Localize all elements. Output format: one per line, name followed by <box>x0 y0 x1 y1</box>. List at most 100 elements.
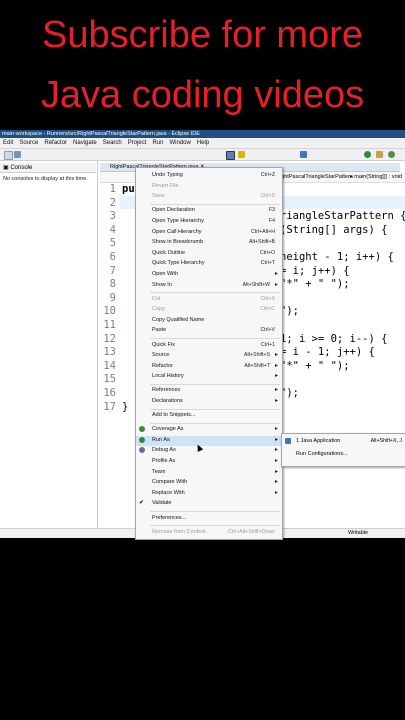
banner-line-2: Java coding videos <box>40 74 365 116</box>
banner-line-1: Subscribe for more <box>41 14 363 56</box>
menu-item-preferences[interactable]: Preferences... <box>136 514 282 524</box>
submenu-item-label: Run Configurations... <box>296 451 348 457</box>
menu-item-team[interactable]: Team ▸ <box>136 468 282 478</box>
code-line: height - 1; i++) { <box>280 251 394 263</box>
submenu-arrow-icon: ▸ <box>274 447 278 454</box>
menu-item-label: Open Type Hierarchy <box>152 217 204 224</box>
code-line: (String[] args) { <box>280 223 388 236</box>
menu-window[interactable]: Window <box>166 138 193 148</box>
menu-item-references[interactable]: References ▸ <box>136 386 282 396</box>
menu-item-shortcut: F3 <box>268 207 275 214</box>
submenu-arrow-icon: ▸ <box>274 458 278 464</box>
menu-item-open-declaration[interactable]: Open Declaration F3 <box>136 206 282 216</box>
run-button-icon[interactable] <box>364 151 371 158</box>
new-icon[interactable] <box>4 151 13 160</box>
menu-run[interactable]: Run <box>149 138 166 148</box>
line-number: 14 <box>103 359 116 372</box>
debug-icon[interactable] <box>226 151 235 160</box>
line-number: 6 <box>109 251 116 263</box>
submenu-item-java-application[interactable]: 1 Java Application Alt+Shift+X, J <box>282 437 405 447</box>
breadcrumb-method[interactable]: ▸ main(String[]) : void <box>350 172 402 182</box>
console-message: No consoles to display at this time. <box>3 176 88 182</box>
line-number: 13 <box>103 346 116 359</box>
window-title: main-workspace - Runners/src/RightPascal… <box>0 130 405 138</box>
menu-item-quick-outline[interactable]: Quick Outline Ctrl+O <box>136 249 282 259</box>
line-number: 3 <box>109 210 116 223</box>
menu-help[interactable]: Help <box>194 138 212 148</box>
run-icon[interactable] <box>238 151 245 158</box>
menu-item-label: Local History <box>152 373 184 380</box>
menu-item-open-with[interactable]: Open With ▸ <box>136 270 282 280</box>
search-icon[interactable] <box>300 151 307 158</box>
menu-item-show-in-breadcrumb[interactable]: Show in Breadcrumb Alt+Shift+B <box>136 238 282 248</box>
menu-item-shortcut: Ctrl+Alt+H <box>251 228 275 235</box>
menu-item-label: Open With <box>152 270 178 277</box>
menu-item-add-to-snippets[interactable]: Add to Snippets... <box>136 411 282 421</box>
menu-item-label: Open Call Hierarchy <box>152 228 202 235</box>
line-number: 4 <box>109 223 116 236</box>
menu-item-copy[interactable]: Copy Ctrl+C <box>136 305 282 315</box>
menu-separator <box>150 292 280 294</box>
menu-refactor[interactable]: Refactor <box>41 138 70 148</box>
menu-item-shortcut: Alt+Shift+S <box>244 352 270 359</box>
menu-item-label: Refactor <box>152 362 173 369</box>
menu-item-run-as[interactable]: Run As ▸ <box>136 435 282 446</box>
menu-item-label: Copy <box>152 306 165 313</box>
menu-navigate[interactable]: Navigate <box>70 138 100 148</box>
menu-search[interactable]: Search <box>100 138 125 148</box>
menu-item-label: Quick Type Hierarchy <box>152 260 205 267</box>
save-icon[interactable] <box>14 151 21 158</box>
menu-item-shortcut: Ctrl+T <box>260 260 275 267</box>
menu-separator <box>150 422 280 424</box>
menu-item-save[interactable]: Save Ctrl+S <box>136 192 282 202</box>
menu-item-show-in[interactable]: Show In Alt+Shift+W ▸ <box>136 281 282 291</box>
code-line: 1; i >= 0; i--) { <box>280 332 388 345</box>
menu-item-label: Add to Snippets... <box>152 412 196 419</box>
menu-source[interactable]: Source <box>16 138 41 148</box>
line-number: 11 <box>103 319 116 331</box>
menu-item-copy-qualified-name[interactable]: Copy Qualified Name <box>136 316 282 326</box>
submenu-item-shortcut: Alt+Shift+X, J <box>370 438 402 444</box>
bug-icon[interactable] <box>388 151 395 158</box>
check-icon: ✔ <box>139 500 145 507</box>
menu-item-label: Replace With <box>152 489 185 496</box>
code-line: pu <box>122 183 135 195</box>
menu-item-open-call-hierarchy[interactable]: Open Call Hierarchy Ctrl+Alt+H <box>136 228 282 238</box>
menu-item-open-type-hierarchy[interactable]: Open Type Hierarchy F4 <box>136 217 282 227</box>
menu-item-quick-type-hierarchy[interactable]: Quick Type Hierarchy Ctrl+T <box>136 259 282 269</box>
menu-item-local-history[interactable]: Local History ▸ <box>136 372 282 382</box>
menu-project[interactable]: Project <box>125 138 150 148</box>
menu-item-icon <box>139 436 145 443</box>
submenu-arrow-icon: ▸ <box>274 468 278 475</box>
menu-item-compare-with[interactable]: Compare With ▸ <box>136 478 282 488</box>
java-app-icon <box>285 438 291 444</box>
menu-item-replace-with[interactable]: Replace With ▸ <box>136 489 282 499</box>
menu-item-undo-typing[interactable]: Undo Typing Ctrl+Z <box>136 171 282 181</box>
submenu-item-run-configurations[interactable]: Run Configurations... <box>282 450 405 460</box>
menu-item-revert-file[interactable]: Revert File <box>136 182 282 192</box>
menu-item-label: Cut <box>152 295 161 302</box>
menu-item-source[interactable]: Source Alt+Shift+S ▸ <box>136 351 282 361</box>
menu-item-profile-as[interactable]: Profile As ▸ <box>136 457 282 467</box>
breadcrumb-class[interactable]: RightPascalTriangleStarPattern <box>276 172 353 182</box>
menu-item-quick-fix[interactable]: Quick Fix Ctrl+1 <box>136 341 282 351</box>
menu-item-label: References <box>152 387 181 394</box>
menu-item-label: Preferences... <box>152 514 187 521</box>
menu-item-shortcut: Ctrl+O <box>259 249 275 256</box>
tab-console[interactable]: ▣ Console <box>0 163 96 173</box>
menu-item-refactor[interactable]: Refactor Alt+Shift+T ▸ <box>136 362 282 372</box>
menu-item-label: Run As <box>152 436 170 443</box>
menu-item-paste[interactable]: Paste Ctrl+V <box>136 326 282 336</box>
menu-edit[interactable]: Edit <box>0 138 16 148</box>
menu-item-validate[interactable]: ✔ Validate <box>136 499 282 509</box>
line-number: 5 <box>109 237 116 250</box>
menu-item-shortcut: Ctrl+1 <box>261 341 275 348</box>
external-tools-icon[interactable] <box>376 151 383 158</box>
menu-item-coverage-as[interactable]: Coverage As ▸ <box>136 425 282 435</box>
menu-bar: Edit Source Refactor Navigate Search Project R… <box>0 138 405 149</box>
menu-item-declarations[interactable]: Declarations ▸ <box>136 397 282 407</box>
menu-item-cut[interactable]: Cut Ctrl+X <box>136 295 282 305</box>
menu-item-remove-from-context[interactable]: Remove from Context Ctrl+Alt+Shift+Down <box>136 528 282 538</box>
menu-item-debug-as[interactable]: Debug As ▸ <box>136 446 282 456</box>
menu-separator <box>150 338 280 339</box>
